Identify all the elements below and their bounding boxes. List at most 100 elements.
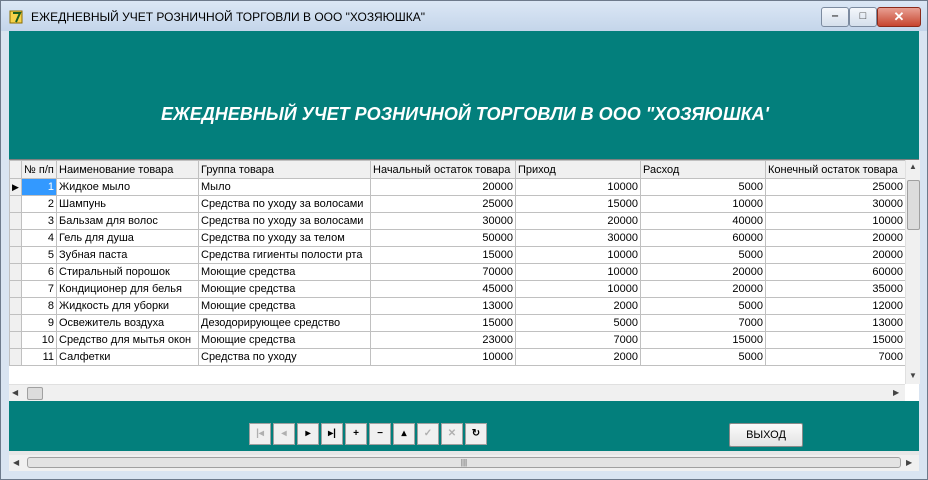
scroll-down-icon[interactable]: ▼ [909, 371, 917, 380]
nav-prior-button[interactable]: ◂ [273, 423, 295, 445]
column-header[interactable]: Группа товара [198, 160, 371, 179]
table-cell[interactable]: Мыло [198, 178, 371, 196]
table-cell[interactable]: 10000 [515, 246, 641, 264]
table-cell[interactable]: Освежитель воздуха [56, 314, 199, 332]
table-cell[interactable]: 5000 [640, 178, 766, 196]
table-cell[interactable]: Бальзам для волос [56, 212, 199, 230]
row-indicator[interactable] [9, 246, 22, 264]
table-cell[interactable]: 45000 [370, 280, 516, 298]
scroll-left-icon[interactable]: ◀ [13, 458, 19, 467]
scroll-up-icon[interactable]: ▲ [909, 162, 917, 171]
table-cell[interactable]: 10000 [515, 263, 641, 281]
table-cell[interactable]: Средства по уходу за волосами [198, 212, 371, 230]
table-cell[interactable]: 12000 [765, 297, 906, 315]
column-header[interactable]: Наименование товара [56, 160, 199, 179]
table-cell[interactable]: 10000 [515, 280, 641, 298]
table-cell[interactable]: Шампунь [56, 195, 199, 213]
table-cell[interactable]: 5000 [515, 314, 641, 332]
table-cell[interactable]: Жидкость для уборки [56, 297, 199, 315]
column-header[interactable]: Начальный остаток товара [370, 160, 516, 179]
table-cell[interactable]: Средства по уходу за телом [198, 229, 371, 247]
table-cell[interactable]: Средства гигиенты полости рта [198, 246, 371, 264]
table-row[interactable]: ▶ 1 Жидкое мыло Мыло 20000 10000 5000 25000 [9, 178, 906, 196]
table-cell[interactable]: 2000 [515, 348, 641, 366]
table-cell[interactable]: 9 [21, 314, 57, 332]
table-cell[interactable]: 3 [21, 212, 57, 230]
nav-delete-button[interactable]: − [369, 423, 391, 445]
column-header[interactable]: Приход [515, 160, 641, 179]
exit-button[interactable]: ВЫХОД [729, 423, 803, 447]
table-cell[interactable]: 50000 [370, 229, 516, 247]
table-cell[interactable]: 5 [21, 246, 57, 264]
form-horizontal-scrollbar[interactable]: ◀ ||| ▶ [9, 455, 919, 471]
table-row[interactable]: 4 Гель для душа Средства по уходу за телом… [9, 229, 906, 247]
table-cell[interactable]: 8 [21, 297, 57, 315]
table-cell[interactable]: 25000 [765, 178, 906, 196]
table-cell[interactable]: 70000 [370, 263, 516, 281]
table-cell[interactable]: Салфетки [56, 348, 199, 366]
row-indicator[interactable] [9, 331, 22, 349]
table-cell[interactable]: 23000 [370, 331, 516, 349]
column-header[interactable]: № п/п [21, 160, 57, 179]
grid-hscroll-thumb[interactable] [27, 387, 43, 400]
maximize-button[interactable]: □ [849, 7, 877, 27]
nav-post-button[interactable]: ✓ [417, 423, 439, 445]
table-cell[interactable]: 13000 [765, 314, 906, 332]
table-cell[interactable]: 15000 [370, 246, 516, 264]
table-cell[interactable]: Дезодорирующее средство [198, 314, 371, 332]
table-cell[interactable]: 2000 [515, 297, 641, 315]
table-cell[interactable]: Средства по уходу [198, 348, 371, 366]
table-cell[interactable]: 7000 [765, 348, 906, 366]
table-cell[interactable]: 4 [21, 229, 57, 247]
table-cell[interactable]: 20000 [640, 280, 766, 298]
row-indicator[interactable] [9, 263, 22, 281]
table-cell[interactable]: 20000 [765, 229, 906, 247]
column-header[interactable]: Конечный остаток товара [765, 160, 906, 179]
table-cell[interactable]: 60000 [765, 263, 906, 281]
grid-vscroll-thumb[interactable] [907, 180, 920, 230]
grid-vertical-scrollbar[interactable]: ▲ ▼ [905, 160, 920, 384]
row-indicator[interactable] [9, 195, 22, 213]
table-cell[interactable]: 11 [21, 348, 57, 366]
table-cell[interactable]: Гель для душа [56, 229, 199, 247]
table-cell[interactable]: 15000 [370, 314, 516, 332]
nav-first-button[interactable]: |◂ [249, 423, 271, 445]
data-grid[interactable]: № п/п Наименование товара Группа товара … [9, 159, 920, 402]
table-cell[interactable]: 20000 [765, 246, 906, 264]
table-cell[interactable]: Стиральный порошок [56, 263, 199, 281]
current-row-indicator-icon[interactable]: ▶ [9, 178, 22, 196]
table-cell[interactable]: 5000 [640, 348, 766, 366]
row-indicator[interactable] [9, 212, 22, 230]
table-cell[interactable]: Моющие средства [198, 331, 371, 349]
table-cell[interactable]: 15000 [515, 195, 641, 213]
table-cell[interactable]: 15000 [765, 331, 906, 349]
table-row[interactable]: 5 Зубная паста Средства гигиенты полости р… [9, 246, 906, 264]
row-indicator[interactable] [9, 314, 22, 332]
table-cell[interactable]: Моющие средства [198, 263, 371, 281]
table-row[interactable]: 2 Шампунь Средства по уходу за волосами 250… [9, 195, 906, 213]
table-cell[interactable]: 30000 [765, 195, 906, 213]
table-cell[interactable]: Средство для мытья окон [56, 331, 199, 349]
table-row[interactable]: 10 Средство для мытья окон Моющие средства… [9, 331, 906, 349]
table-row[interactable]: 9 Освежитель воздуха Дезодорирующее средст… [9, 314, 906, 332]
scroll-left-icon[interactable]: ◀ [12, 388, 18, 397]
table-cell[interactable]: 1 [21, 178, 57, 196]
table-cell[interactable]: Моющие средства [198, 280, 371, 298]
table-cell[interactable]: 10 [21, 331, 57, 349]
close-button[interactable]: ✕ [877, 7, 921, 27]
table-cell[interactable]: 10000 [515, 178, 641, 196]
table-cell[interactable]: 20000 [515, 212, 641, 230]
scroll-right-icon[interactable]: ▶ [893, 388, 899, 397]
nav-cancel-button[interactable]: ✕ [441, 423, 463, 445]
grid-horizontal-scrollbar[interactable]: ◀ ▶ [9, 384, 905, 401]
table-cell[interactable]: 20000 [370, 178, 516, 196]
table-cell[interactable]: 2 [21, 195, 57, 213]
table-cell[interactable]: 35000 [765, 280, 906, 298]
table-cell[interactable]: 13000 [370, 297, 516, 315]
row-indicator[interactable] [9, 297, 22, 315]
table-row[interactable]: 3 Бальзам для волос Средства по уходу за в… [9, 212, 906, 230]
table-cell[interactable]: 25000 [370, 195, 516, 213]
table-cell[interactable]: 7 [21, 280, 57, 298]
table-cell[interactable]: Моющие средства [198, 297, 371, 315]
column-header[interactable]: Расход [640, 160, 766, 179]
